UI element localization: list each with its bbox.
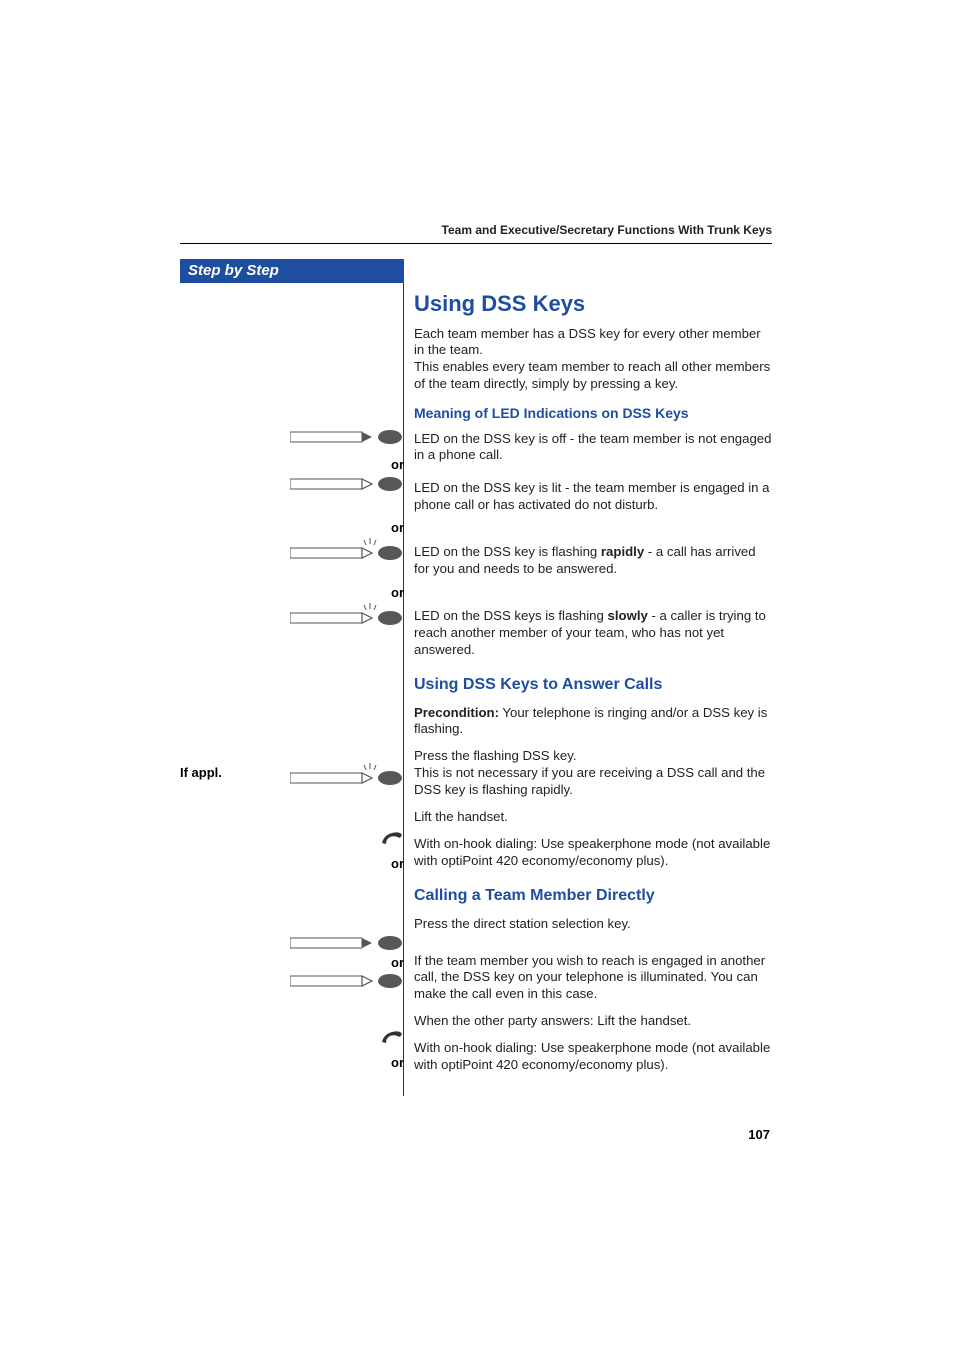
if-appl-row: If appl. [180, 763, 404, 787]
led-slow-para: LED on the DSS keys is flashing slowly -… [414, 608, 774, 659]
key-direct-off [180, 934, 404, 952]
answer-heading: Using DSS Keys to Answer Calls [414, 675, 774, 695]
or-label-5: or [180, 955, 404, 970]
page-number: 107 [748, 1127, 770, 1142]
or-label-1: or [180, 457, 404, 472]
led-off-para: LED on the DSS key is off - the team mem… [414, 431, 774, 465]
led-rapid-para: LED on the DSS key is flashing rapidly -… [414, 544, 774, 578]
sidebar-title: Step by Step [180, 259, 404, 283]
key-led-off [180, 428, 404, 446]
dss-key-off-icon [290, 428, 404, 446]
other-answers-para: When the other party answers: Lift the h… [414, 1013, 774, 1030]
dss-key-flash-slow-icon [290, 603, 404, 627]
handset-icon-2 [380, 1028, 404, 1046]
handset-row-1 [180, 829, 404, 850]
or-label-3: or [180, 585, 404, 600]
page-title: Using DSS Keys [414, 290, 774, 318]
lift-handset-para: Lift the handset. [414, 809, 774, 826]
intro-para: Each team member has a DSS key for every… [414, 326, 774, 394]
calling-heading: Calling a Team Member Directly [414, 886, 774, 906]
or-label-4: or [180, 856, 404, 871]
key-direct-lit [180, 972, 404, 990]
handset-icon [380, 829, 404, 847]
led-heading: Meaning of LED Indications on DSS Keys [414, 405, 774, 423]
dss-key-off-icon-2 [290, 934, 404, 952]
key-led-flash-slow [180, 603, 404, 627]
header-rule [180, 243, 772, 244]
onhook2-para: With on-hook dialing: Use speakerphone m… [414, 1040, 774, 1074]
header-breadcrumb: Team and Executive/Secretary Functions W… [442, 223, 772, 237]
main-content: Using DSS Keys Each team member has a DS… [414, 290, 774, 1084]
press-dss-para: Press the direct station selection key. [414, 916, 774, 933]
key-led-lit [180, 475, 404, 493]
handset-row-2 [180, 1028, 404, 1049]
if-appl-label: If appl. [180, 765, 222, 780]
led-lit-para: LED on the DSS key is lit - the team mem… [414, 480, 774, 514]
press-flashing-para: Press the flashing DSS key. This is not … [414, 748, 774, 799]
precondition-para: Precondition: Your telephone is ringing … [414, 705, 774, 739]
engaged-para: If the team member you wish to reach is … [414, 953, 774, 1004]
dss-key-flash-rapid-icon [290, 538, 404, 562]
or-label-2: or [180, 520, 404, 535]
onhook-para: With on-hook dialing: Use speakerphone m… [414, 836, 774, 870]
dss-key-lit-icon-2 [290, 972, 404, 990]
dss-key-lit-icon [290, 475, 404, 493]
or-label-6: or [180, 1055, 404, 1070]
key-led-flash-rapid [180, 538, 404, 562]
dss-key-flash-icon [290, 763, 404, 787]
